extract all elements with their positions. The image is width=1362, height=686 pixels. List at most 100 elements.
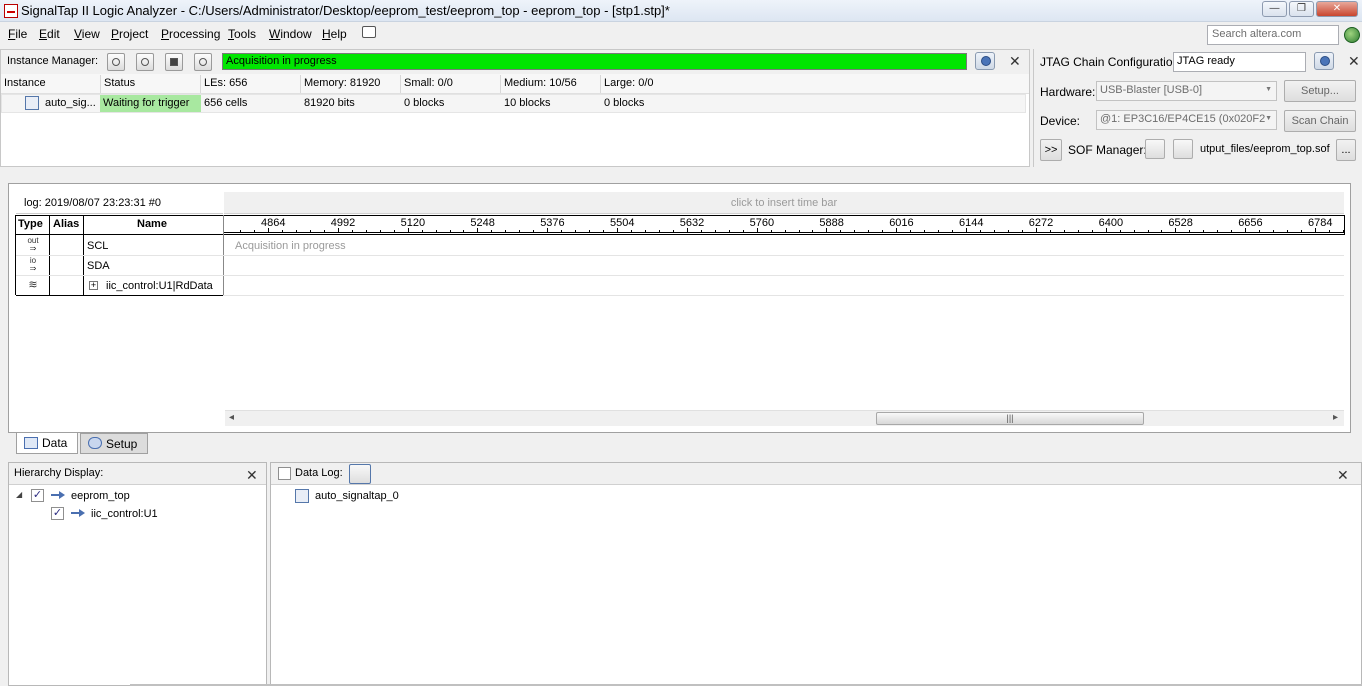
tick-mark bbox=[938, 230, 939, 233]
scroll-left-icon[interactable]: ◂ bbox=[229, 412, 234, 423]
tick-mark bbox=[854, 230, 855, 233]
minimize-button[interactable]: — bbox=[1262, 1, 1287, 17]
tick-mark bbox=[1189, 230, 1190, 233]
tick-mark bbox=[519, 230, 520, 233]
tick-mark bbox=[408, 228, 409, 233]
tick-mark bbox=[240, 230, 241, 233]
tick-mark bbox=[450, 230, 451, 233]
attach-sof-icon[interactable] bbox=[1173, 139, 1193, 159]
small-value: 0 blocks bbox=[404, 97, 445, 109]
signal-row[interactable] bbox=[16, 256, 1344, 276]
tick-label: 5504 bbox=[610, 217, 635, 229]
browse-sof-button[interactable]: ... bbox=[1336, 139, 1356, 161]
setup-button[interactable]: Setup... bbox=[1284, 80, 1356, 102]
tick-mark bbox=[952, 230, 953, 233]
menu-help[interactable]: Help bbox=[322, 27, 347, 41]
stop-analysis-icon[interactable] bbox=[165, 53, 183, 71]
hierarchy-checkbox[interactable]: ✓ bbox=[51, 507, 64, 520]
close-datalog-icon[interactable]: ✕ bbox=[1337, 467, 1349, 484]
tick-mark bbox=[687, 228, 688, 233]
tick-mark bbox=[896, 228, 897, 233]
tick-label: 6656 bbox=[1238, 217, 1263, 229]
whats-this-icon[interactable] bbox=[362, 26, 376, 38]
datalog-panel bbox=[270, 462, 1362, 686]
tick-mark bbox=[631, 230, 632, 233]
col-separator bbox=[600, 75, 601, 93]
menu-edit[interactable]: Edit bbox=[39, 27, 60, 41]
close-instance-icon[interactable]: ✕ bbox=[1009, 53, 1021, 70]
ruler-baseline bbox=[224, 232, 1344, 233]
large-value: 0 blocks bbox=[604, 97, 645, 109]
hierarchy-checkbox[interactable]: ✓ bbox=[31, 489, 44, 502]
datalog-enable-icon[interactable] bbox=[349, 464, 371, 484]
close-hierarchy-icon[interactable]: ✕ bbox=[246, 467, 258, 484]
hardware-select[interactable]: USB-Blaster [USB-0] bbox=[1096, 81, 1277, 101]
tick-mark bbox=[1036, 228, 1037, 233]
app-icon bbox=[4, 4, 18, 18]
col-separator bbox=[100, 75, 101, 93]
name-header[interactable]: Name bbox=[137, 218, 167, 230]
autorun-analysis-icon[interactable] bbox=[136, 53, 154, 71]
tick-mark bbox=[980, 230, 981, 233]
run-analysis-icon[interactable] bbox=[107, 53, 125, 71]
tick-label: 6528 bbox=[1168, 217, 1193, 229]
tick-mark bbox=[366, 230, 367, 233]
scrollbar-thumb[interactable]: ||| bbox=[876, 412, 1144, 425]
menu-window[interactable]: Window bbox=[269, 27, 312, 41]
alias-header[interactable]: Alias bbox=[53, 218, 79, 230]
globe-icon[interactable] bbox=[1344, 27, 1360, 43]
hierarchy-item[interactable]: eeprom_top bbox=[71, 490, 130, 502]
datalog-item[interactable]: auto_signaltap_0 bbox=[315, 490, 399, 502]
timebar-area[interactable]: click to insert time bar bbox=[224, 192, 1344, 214]
col-status[interactable]: Status bbox=[104, 77, 135, 89]
tick-label: 5376 bbox=[540, 217, 565, 229]
entity-icon bbox=[51, 491, 65, 499]
menu-project[interactable]: Project bbox=[111, 27, 148, 41]
close-window-button[interactable]: ✕ bbox=[1316, 1, 1358, 17]
tick-label: 4864 bbox=[261, 217, 286, 229]
help-icon[interactable] bbox=[975, 52, 995, 70]
menu-processing[interactable]: Processing bbox=[161, 27, 220, 41]
menu-view[interactable]: View bbox=[74, 27, 100, 41]
tick-mark bbox=[463, 230, 464, 233]
program-device-icon[interactable] bbox=[1145, 139, 1165, 159]
tick-mark bbox=[1245, 228, 1246, 233]
hierarchy-title: Hierarchy Display: bbox=[14, 467, 104, 479]
close-jtag-icon[interactable]: ✕ bbox=[1348, 53, 1360, 70]
maximize-button[interactable]: ❐ bbox=[1289, 1, 1314, 17]
tick-mark bbox=[1301, 230, 1302, 233]
col-large[interactable]: Large: 0/0 bbox=[604, 77, 654, 89]
signal-name[interactable]: SCL bbox=[87, 240, 108, 252]
tick-mark bbox=[1120, 230, 1121, 233]
scan-chain-button[interactable]: Scan Chain bbox=[1284, 110, 1356, 132]
menu-file[interactable]: File bbox=[8, 27, 27, 41]
tick-label: 6144 bbox=[959, 217, 984, 229]
scroll-right-icon[interactable]: ▸ bbox=[1333, 412, 1338, 423]
col-instance[interactable]: Instance bbox=[4, 77, 46, 89]
search-input[interactable]: Search altera.com bbox=[1207, 25, 1339, 45]
device-select[interactable]: @1: EP3C16/EP4CE15 (0x020F2 bbox=[1096, 110, 1277, 130]
horizontal-scrollbar[interactable] bbox=[225, 410, 1344, 426]
read-data-icon[interactable] bbox=[194, 53, 212, 71]
expand-sof-button[interactable]: >> bbox=[1040, 139, 1062, 161]
splitter[interactable] bbox=[0, 168, 1362, 180]
col-les[interactable]: LEs: 656 bbox=[204, 77, 247, 89]
signal-name[interactable]: SDA bbox=[87, 260, 110, 272]
signal-row[interactable] bbox=[16, 276, 1344, 296]
signal-name[interactable]: iic_control:U1|RdData bbox=[106, 280, 213, 292]
log-label: log: 2019/08/07 23:23:31 #0 bbox=[16, 192, 223, 214]
tick-label: 5632 bbox=[679, 217, 705, 229]
col-memory[interactable]: Memory: 81920 bbox=[304, 77, 380, 89]
expand-bus-button[interactable]: + bbox=[89, 281, 98, 290]
signal-row[interactable] bbox=[16, 236, 1344, 256]
datalog-checkbox[interactable] bbox=[278, 467, 291, 480]
jtag-help-icon[interactable] bbox=[1314, 52, 1334, 70]
col-small[interactable]: Small: 0/0 bbox=[404, 77, 453, 89]
instance-name[interactable]: auto_sig... bbox=[45, 97, 96, 109]
col-medium[interactable]: Medium: 10/56 bbox=[504, 77, 577, 89]
collapse-icon[interactable]: ◢ bbox=[16, 490, 22, 499]
tick-mark bbox=[994, 230, 995, 233]
hierarchy-item[interactable]: iic_control:U1 bbox=[91, 508, 158, 520]
type-header[interactable]: Type bbox=[18, 218, 43, 230]
menu-tools[interactable]: Tools bbox=[228, 27, 256, 41]
